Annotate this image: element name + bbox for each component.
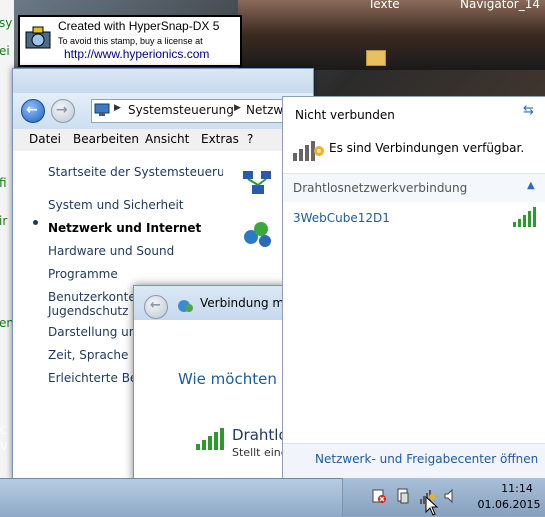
stamp-link: http://www.hyperionics.com (64, 47, 210, 61)
edge-text: V (0, 440, 8, 453)
menu-extras[interactable]: Extras (201, 132, 239, 146)
sidebar-item-programme[interactable]: Programme (48, 267, 118, 281)
edge-text: ir (0, 214, 8, 228)
edge-text: fi (0, 176, 7, 190)
chevron-up-icon[interactable]: ▲ (527, 180, 535, 191)
desktop-icon-navigator[interactable]: Navigator_14 (460, 0, 540, 11)
wizard-heading: Wie möchten S (178, 370, 287, 388)
forward-button[interactable]: → (51, 99, 75, 123)
sidebar-item-hardware[interactable]: Hardware und Sound (48, 244, 174, 258)
flyout-header: Nicht verbunden ⇆ Es sind Verbindungen v… (283, 97, 545, 171)
wireless-option-desc: Stellt eine (232, 446, 287, 459)
network-center-icon[interactable] (241, 169, 275, 199)
window-titlebar[interactable] (13, 69, 313, 93)
menu-ansicht[interactable]: Ansicht (145, 132, 189, 146)
refresh-icon[interactable]: ⇆ (523, 103, 539, 119)
sidebar-item-jugendschutz[interactable]: Jugendschutz (48, 304, 128, 318)
window-titlebar[interactable]: ← Verbindung mit (134, 286, 286, 320)
breadcrumb-chevron-icon[interactable]: ▶ (234, 103, 241, 113)
breadcrumb-systemsteuerung[interactable]: Systemsteuerung (128, 103, 234, 117)
sidebar-item-system[interactable]: System und Sicherheit (48, 198, 184, 212)
wireless-section-header[interactable]: Drahtlosnetzwerkverbindung ▲ (283, 174, 545, 202)
menu-help[interactable]: ? (247, 132, 253, 146)
camera-icon (25, 26, 51, 49)
wireless-signal-icon (196, 428, 224, 450)
clock-time[interactable]: 11:14 (491, 482, 543, 495)
network-flyout: Nicht verbunden ⇆ Es sind Verbindungen v… (282, 96, 545, 478)
breadcrumb-chevron-icon[interactable]: ▶ (114, 103, 121, 113)
action-center-icon[interactable] (371, 488, 387, 504)
connect-to-network-window: ← Verbindung mit Wie möchten S Drahtlo S… (133, 285, 287, 482)
network-item-ssid[interactable]: 3WebCube12D1 (293, 211, 390, 225)
menu-datei[interactable]: Datei (29, 132, 61, 146)
edge-text: sy (0, 16, 13, 30)
section-title: Drahtlosnetzwerkverbindung (293, 181, 468, 195)
mouse-cursor-icon (425, 496, 439, 516)
edge-text: C (0, 424, 8, 437)
network-computer-icon (94, 103, 110, 116)
stamp-line-1: Created with HyperSnap-DX 5 (58, 19, 220, 33)
connection-status: Nicht verbunden (295, 108, 395, 122)
desktop-icon-texte[interactable]: Texte (368, 0, 400, 11)
arrow-left-icon: ← (150, 298, 161, 313)
menu-bar: Datei Bearbeiten Ansicht Extras ? (13, 129, 313, 152)
signal-strength-icon (513, 207, 536, 227)
network-globe-icon (178, 300, 193, 312)
back-button[interactable]: ← (144, 295, 168, 319)
open-network-center-link[interactable]: Netzwerk- und Freigabecenter öffnen (315, 452, 538, 466)
arrow-right-icon: → (56, 102, 68, 118)
edge-text: ei (0, 44, 10, 58)
clock-date[interactable]: 01.06.2015 (477, 498, 541, 511)
back-button[interactable]: ← (21, 99, 45, 123)
hypersnap-stamp: Created with HyperSnap-DX 5 To avoid thi… (18, 15, 242, 67)
sidebar-item-benutzerkonten[interactable]: Benutzerkonten (48, 290, 143, 304)
navigation-bar: ← → ▶ Systemsteuerung ▶ Netzwe (13, 93, 315, 129)
network-available-icon (293, 141, 324, 161)
stamp-line-2: To avoid this stamp, buy a license at (58, 36, 203, 46)
system-tray: 11:14 01.06.2015 (342, 478, 545, 516)
flyout-footer: Netzwerk- und Freigabecenter öffnen (283, 443, 545, 478)
wireless-option-title[interactable]: Drahtlo (232, 426, 286, 444)
homegroup-icon[interactable] (241, 219, 275, 249)
sidebar-item-darstellung[interactable]: Darstellung und (48, 325, 144, 339)
active-bullet-icon (33, 220, 38, 225)
sidebar-item-startseite[interactable]: Startseite der Systemsteuerung (48, 165, 240, 179)
device-icon[interactable] (395, 488, 411, 504)
arrow-left-icon: ← (26, 102, 38, 118)
connections-available-text: Es sind Verbindungen verfügbar. (329, 141, 525, 155)
volume-icon[interactable] (443, 488, 459, 504)
sidebar-item-netzwerk[interactable]: Netzwerk und Internet (48, 221, 201, 235)
menu-bearbeiten[interactable]: Bearbeiten (73, 132, 139, 146)
folder-icon[interactable] (366, 50, 386, 66)
window-title: Verbindung mit (200, 296, 287, 310)
